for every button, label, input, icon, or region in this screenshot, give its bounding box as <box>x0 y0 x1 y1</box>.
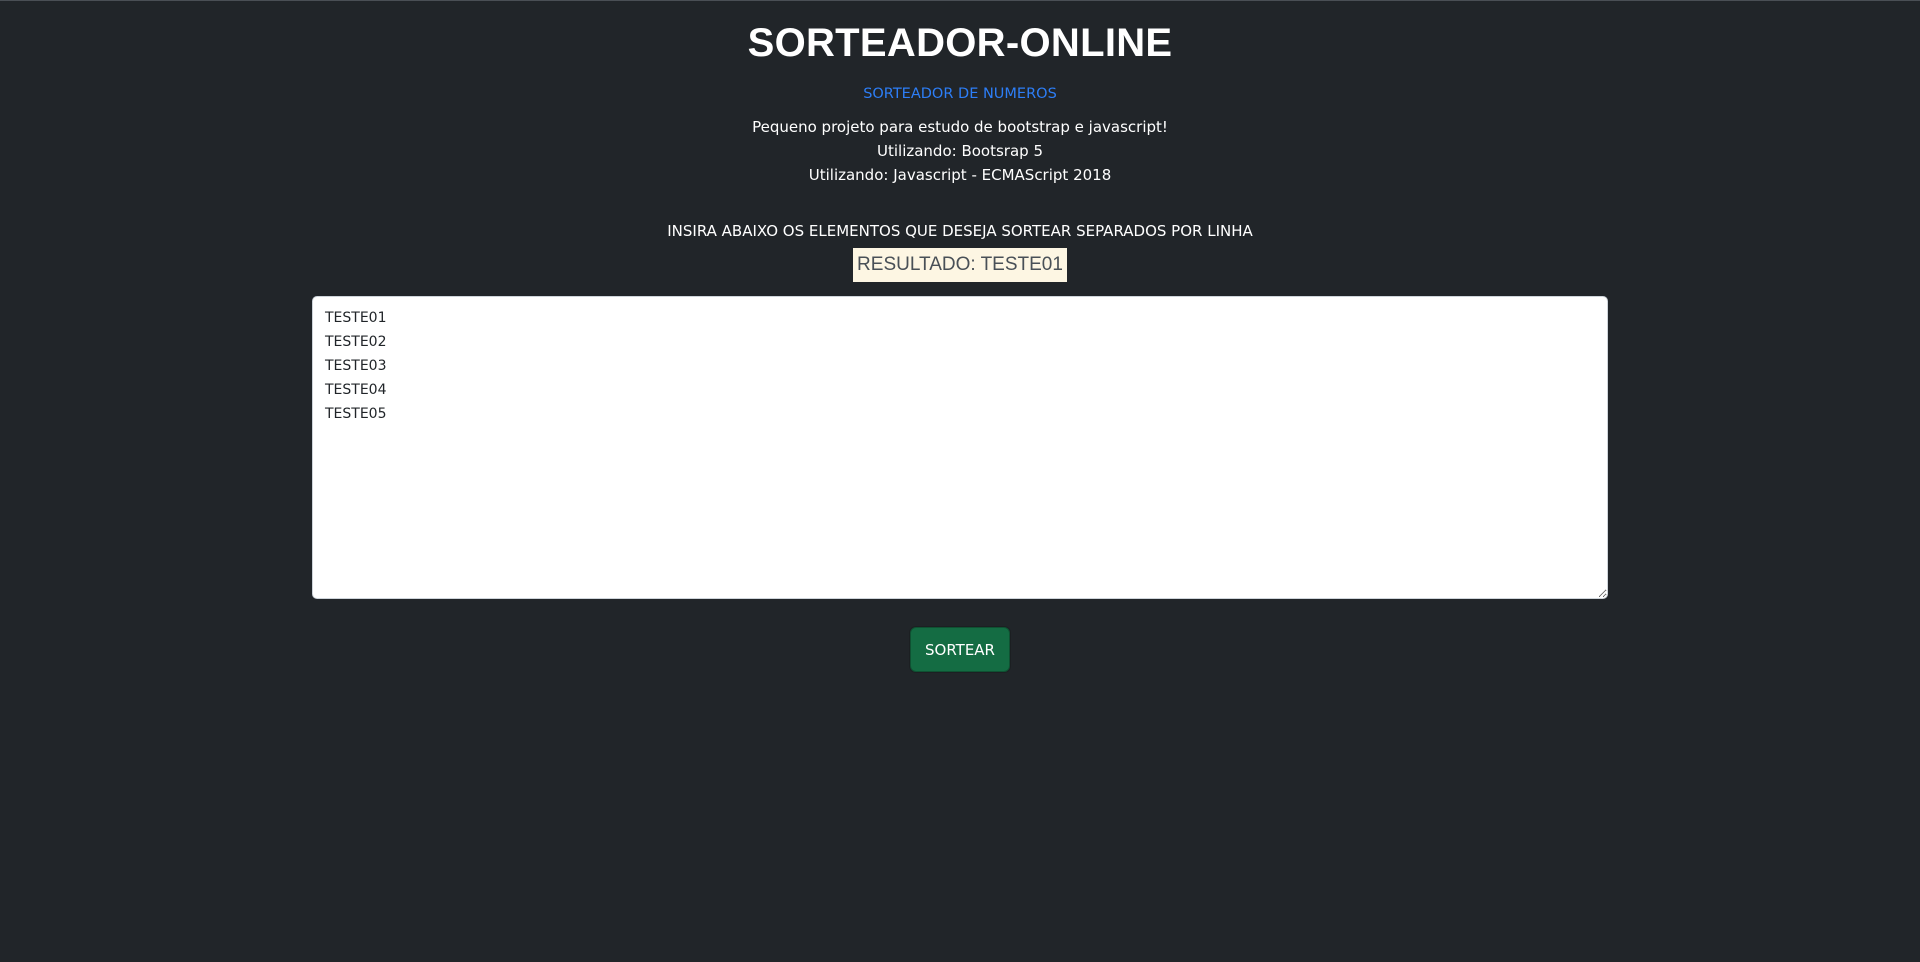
result-badge: RESULTADO: TESTE01 <box>853 248 1067 282</box>
entries-textarea[interactable]: TESTE01 TESTE02 TESTE03 TESTE04 TESTE05 <box>312 296 1608 599</box>
description-line-1: Pequeno projeto para estudo de bootstrap… <box>752 118 1168 136</box>
draw-button[interactable]: SORTEAR <box>910 627 1010 672</box>
subtitle-link[interactable]: SORTEADOR DE NUMEROS <box>312 84 1608 104</box>
instructions-text: INSIRA ABAIXO OS ELEMENTOS QUE DESEJA SO… <box>667 222 1253 240</box>
draw-button-wrapper: SORTEAR <box>312 627 1608 672</box>
description-line-2: Utilizando: Bootsrap 5 <box>877 142 1043 160</box>
description-line-3: Utilizando: Javascript - ECMAScript 2018 <box>808 166 1112 184</box>
page-title: SORTEADOR-ONLINE <box>747 21 1173 65</box>
result-wrapper: RESULTADO: TESTE01 <box>312 248 1608 282</box>
